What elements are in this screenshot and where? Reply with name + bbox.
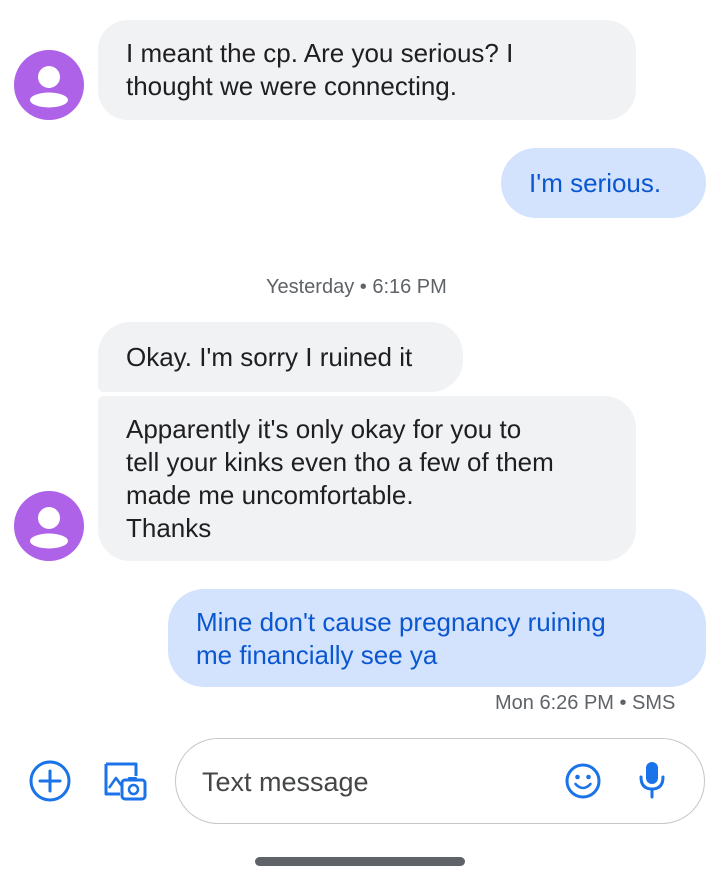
message-status: Mon 6:26 PM • SMS <box>495 692 676 714</box>
mic-icon[interactable] <box>636 760 668 805</box>
home-gesture-bar[interactable] <box>255 857 465 866</box>
add-circle-icon[interactable] <box>28 759 72 808</box>
incoming-message[interactable]: I meant the cp. Are you serious? I thoug… <box>98 20 636 120</box>
incoming-message[interactable]: Apparently it's only okay for you to tel… <box>98 396 636 561</box>
emoji-icon[interactable] <box>564 762 602 805</box>
input-placeholder: Text message <box>202 767 369 797</box>
conversation-screen: I meant the cp. Are you serious? I thoug… <box>0 0 720 884</box>
date-separator: Yesterday • 6:16 PM <box>266 276 447 298</box>
incoming-message[interactable]: Okay. I'm sorry I ruined it <box>98 322 463 392</box>
gallery-camera-icon[interactable] <box>102 758 148 809</box>
contact-avatar-icon[interactable] <box>14 491 84 561</box>
outgoing-message[interactable]: I'm serious. <box>501 148 706 218</box>
outgoing-message[interactable]: Mine don't cause pregnancy ruining me fi… <box>168 589 706 687</box>
text-message-input[interactable]: Text message <box>175 738 705 824</box>
contact-avatar-icon[interactable] <box>14 50 84 120</box>
